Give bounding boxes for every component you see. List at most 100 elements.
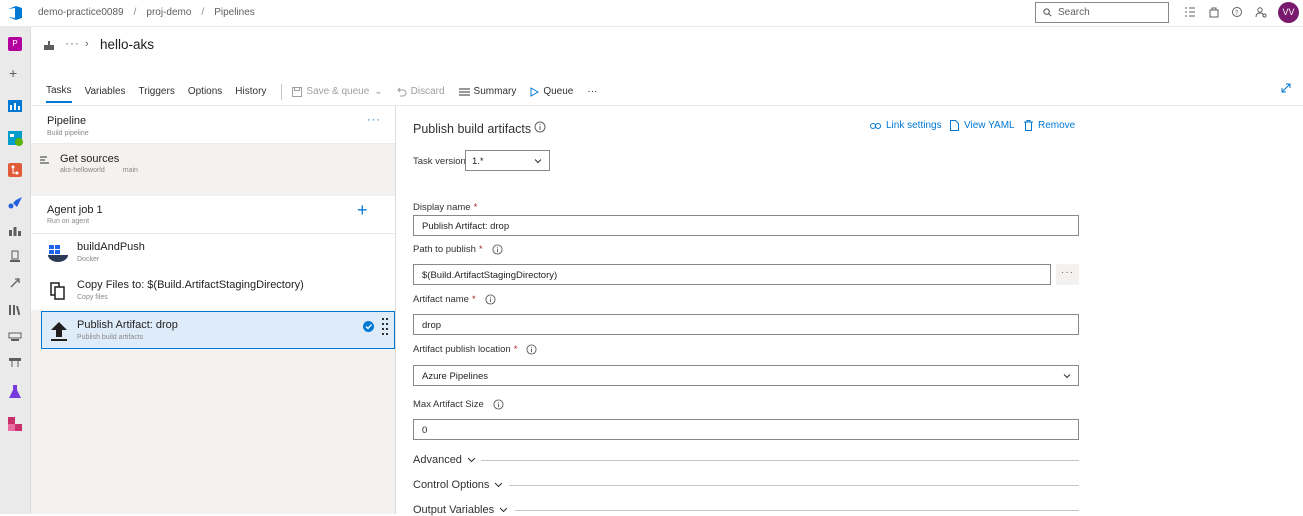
save-queue-button[interactable]: Save & queue ⌄ [292, 86, 383, 102]
browse-path-button[interactable]: ··· [1056, 264, 1079, 285]
detail-title: Publish build artifacts [413, 122, 532, 136]
expand-icon[interactable] [1281, 83, 1291, 93]
library-icon[interactable] [7, 302, 23, 318]
chevron-right-icon: › [85, 38, 89, 50]
chevron-down-icon [499, 507, 508, 513]
discard-label: Discard [410, 86, 445, 97]
control-options-section-toggle[interactable]: Control Options [413, 479, 503, 491]
path-label: Path to publish * [413, 244, 503, 255]
task-list-icon[interactable] [1184, 6, 1196, 18]
overview-icon[interactable] [7, 98, 23, 114]
path-to-publish-field[interactable]: $(Build.ArtifactStagingDirectory) [413, 264, 1051, 285]
repo-name: aks-helloworld [60, 167, 105, 174]
task-version-label: Task version [413, 156, 466, 167]
breadcrumb-project[interactable]: proj-demo [146, 7, 191, 18]
info-icon[interactable] [534, 121, 546, 133]
task-subtitle: Copy files [77, 294, 108, 301]
task-version-value: 1.* [472, 156, 484, 167]
info-icon[interactable] [493, 399, 504, 410]
shopping-bag-icon[interactable] [1208, 6, 1220, 18]
user-settings-icon[interactable] [1255, 6, 1267, 18]
required-mark: * [471, 294, 476, 305]
pipelines-icon[interactable] [7, 194, 23, 210]
discard-button[interactable]: Discard [396, 86, 445, 102]
environments-icon[interactable] [7, 249, 23, 265]
advanced-section-toggle[interactable]: Advanced [413, 454, 476, 466]
artifact-name-field[interactable]: drop [413, 314, 1079, 335]
left-nav: P + [0, 27, 31, 514]
get-sources-details: aks-helloworld main [60, 167, 138, 174]
help-icon[interactable]: ? [1231, 6, 1243, 18]
artifact-name-label: Artifact name * [413, 294, 496, 305]
tab-tasks[interactable]: Tasks [46, 85, 72, 103]
task-groups-icon[interactable] [7, 329, 23, 345]
top-bar: demo-practice0089 / proj-demo / Pipeline… [0, 0, 1303, 27]
docker-icon [48, 245, 68, 262]
required-mark: * [478, 244, 483, 255]
pipeline-card[interactable]: Pipeline Build pipeline ··· [31, 106, 395, 144]
add-task-icon[interactable]: + [357, 200, 368, 221]
task-subtitle: Publish build artifacts [77, 334, 144, 341]
display-name-field[interactable]: Publish Artifact: drop [413, 215, 1079, 236]
toolbar-more-icon[interactable]: ··· [587, 86, 597, 102]
agent-job-card[interactable]: Agent job 1 Run on agent + [31, 196, 395, 234]
artifacts-icon[interactable] [7, 416, 23, 432]
publish-location-value: Azure Pipelines [422, 371, 489, 382]
info-icon[interactable] [492, 244, 503, 255]
task-item-selected[interactable]: Publish Artifact: drop Publish build art… [41, 311, 395, 349]
output-variables-section-toggle[interactable]: Output Variables [413, 504, 508, 516]
task-item[interactable]: buildAndPush Docker [31, 234, 395, 272]
tab-options[interactable]: Options [188, 86, 222, 102]
required-mark: * [513, 344, 518, 355]
max-size-label: Max Artifact Size [413, 399, 504, 410]
drag-handle-icon[interactable] [382, 317, 388, 339]
repos-icon[interactable] [7, 162, 23, 178]
test-plans-icon[interactable] [7, 384, 23, 400]
boards-icon[interactable] [7, 130, 23, 146]
project-badge[interactable]: P [8, 37, 22, 51]
breadcrumb-org[interactable]: demo-practice0089 [38, 7, 124, 18]
task-item[interactable]: Copy Files to: $(Build.ArtifactStagingDi… [31, 272, 395, 310]
pipelines-sub-icon[interactable] [7, 223, 23, 239]
max-size-field[interactable]: 0 [413, 419, 1079, 440]
queue-button[interactable]: Queue [530, 86, 573, 102]
pipeline-build-icon [44, 41, 54, 50]
save-icon [292, 86, 303, 97]
task-title: Publish Artifact: drop [77, 319, 178, 331]
advanced-section-label: Advanced [413, 454, 462, 466]
link-settings-label: Link settings [886, 120, 942, 131]
link-settings-button[interactable]: Link settings [870, 120, 942, 131]
chevron-down-icon [495, 482, 503, 488]
releases-icon[interactable] [7, 275, 23, 291]
max-size-label-text: Max Artifact Size [413, 399, 484, 410]
enabled-check-icon[interactable] [363, 321, 374, 332]
breadcrumb-separator: / [201, 7, 205, 18]
summary-button[interactable]: Summary [458, 86, 516, 102]
more-actions-icon[interactable]: ··· [65, 36, 80, 50]
get-sources-title[interactable]: Get sources [60, 153, 119, 165]
view-yaml-button[interactable]: View YAML [950, 120, 1015, 131]
deployment-groups-icon[interactable] [7, 355, 23, 371]
search-input[interactable]: Search [1035, 2, 1169, 23]
add-icon[interactable]: + [9, 65, 17, 81]
info-icon[interactable] [526, 344, 537, 355]
remove-button[interactable]: Remove [1024, 120, 1075, 131]
publish-location-select[interactable]: Azure Pipelines [413, 365, 1079, 386]
save-queue-label: Save & queue [306, 86, 370, 97]
tab-variables[interactable]: Variables [85, 86, 126, 102]
pipeline-more-icon[interactable]: ··· [367, 114, 381, 126]
azure-devops-logo-icon[interactable] [6, 4, 24, 22]
task-version-select[interactable]: 1.* [465, 150, 550, 171]
display-name-label: Display name * [413, 202, 477, 213]
pipeline-task-list: Pipeline Build pipeline ··· Get sources … [31, 106, 396, 514]
play-icon [530, 86, 540, 97]
required-mark: * [473, 202, 478, 213]
tab-triggers[interactable]: Triggers [139, 86, 175, 102]
avatar[interactable]: VV [1278, 2, 1299, 23]
get-sources-icon [40, 156, 49, 164]
breadcrumb-section[interactable]: Pipelines [214, 7, 255, 18]
breadcrumb-separator: / [133, 7, 137, 18]
info-icon[interactable] [485, 294, 496, 305]
trash-icon [1024, 120, 1033, 131]
tab-history[interactable]: History [235, 86, 266, 102]
